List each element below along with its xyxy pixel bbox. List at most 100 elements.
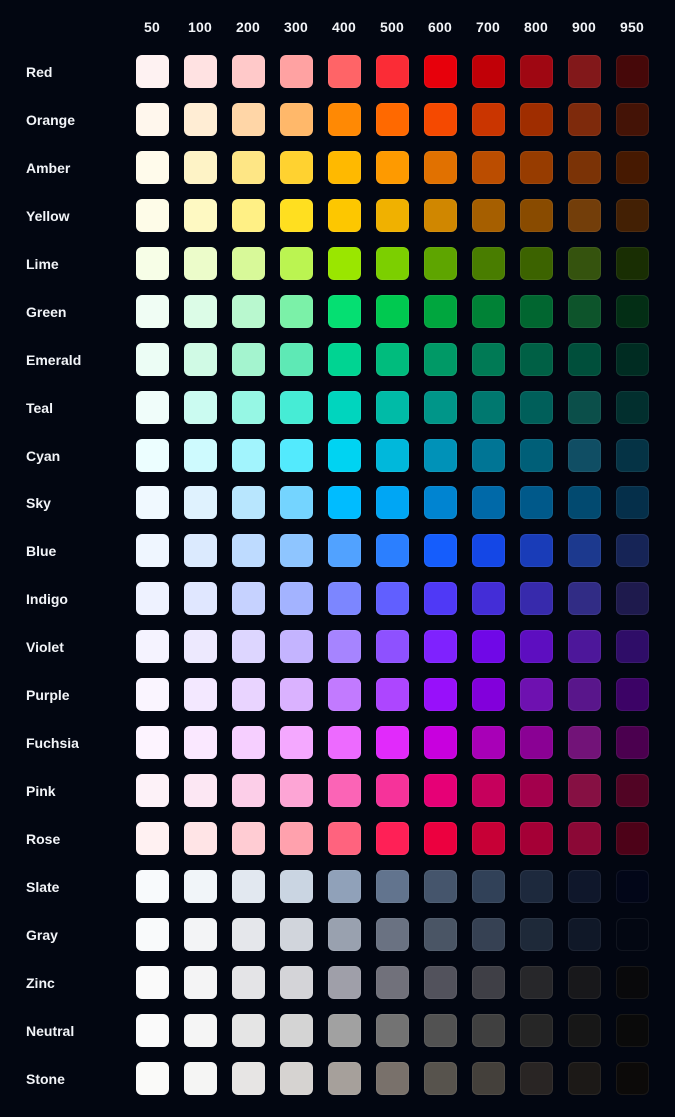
- color-swatch-stone-200[interactable]: [232, 1061, 265, 1095]
- color-swatch-rose-900[interactable]: [568, 822, 601, 855]
- color-swatch-blue-50[interactable]: [136, 534, 169, 568]
- color-swatch-indigo-900[interactable]: [568, 582, 601, 616]
- color-swatch-purple-500[interactable]: [376, 678, 409, 712]
- color-swatch-yellow-100[interactable]: [184, 198, 217, 232]
- color-swatch-slate-100[interactable]: [184, 869, 217, 903]
- color-swatch-cyan-600[interactable]: [424, 438, 457, 472]
- color-swatch-pink-100[interactable]: [184, 774, 217, 808]
- color-swatch-amber-200[interactable]: [232, 150, 265, 184]
- color-swatch-pink-50[interactable]: [136, 774, 169, 808]
- color-swatch-teal-400[interactable]: [328, 390, 361, 424]
- color-swatch-blue-900[interactable]: [568, 534, 601, 568]
- color-swatch-orange-700[interactable]: [472, 102, 505, 136]
- color-swatch-zinc-600[interactable]: [424, 965, 457, 999]
- color-swatch-gray-50[interactable]: [136, 917, 169, 951]
- color-swatch-fuchsia-600[interactable]: [424, 726, 457, 760]
- color-swatch-red-950[interactable]: [616, 55, 649, 88]
- color-swatch-stone-600[interactable]: [424, 1061, 457, 1095]
- color-swatch-green-950[interactable]: [616, 294, 649, 328]
- color-swatch-green-800[interactable]: [520, 294, 553, 328]
- color-swatch-violet-600[interactable]: [424, 630, 457, 664]
- color-swatch-teal-900[interactable]: [568, 390, 601, 424]
- color-swatch-fuchsia-50[interactable]: [136, 726, 169, 760]
- color-swatch-slate-700[interactable]: [472, 869, 505, 903]
- color-swatch-gray-200[interactable]: [232, 917, 265, 951]
- color-swatch-blue-200[interactable]: [232, 534, 265, 568]
- color-swatch-yellow-900[interactable]: [568, 198, 601, 232]
- color-swatch-rose-700[interactable]: [472, 822, 505, 855]
- color-swatch-violet-950[interactable]: [616, 630, 649, 664]
- color-swatch-lime-700[interactable]: [472, 246, 505, 280]
- color-swatch-pink-800[interactable]: [520, 774, 553, 808]
- color-swatch-stone-300[interactable]: [280, 1061, 313, 1095]
- color-swatch-rose-400[interactable]: [328, 822, 361, 855]
- color-swatch-purple-300[interactable]: [280, 678, 313, 712]
- color-swatch-violet-400[interactable]: [328, 630, 361, 664]
- color-swatch-pink-400[interactable]: [328, 774, 361, 808]
- color-swatch-orange-600[interactable]: [424, 102, 457, 136]
- color-swatch-cyan-400[interactable]: [328, 438, 361, 472]
- color-swatch-indigo-50[interactable]: [136, 582, 169, 616]
- color-swatch-violet-300[interactable]: [280, 630, 313, 664]
- color-swatch-emerald-400[interactable]: [328, 342, 361, 376]
- color-swatch-stone-700[interactable]: [472, 1061, 505, 1095]
- color-swatch-violet-200[interactable]: [232, 630, 265, 664]
- color-swatch-teal-800[interactable]: [520, 390, 553, 424]
- color-swatch-neutral-900[interactable]: [568, 1013, 601, 1047]
- color-swatch-emerald-50[interactable]: [136, 342, 169, 376]
- color-swatch-gray-600[interactable]: [424, 917, 457, 951]
- color-swatch-slate-950[interactable]: [616, 869, 649, 903]
- color-swatch-fuchsia-700[interactable]: [472, 726, 505, 760]
- color-swatch-teal-200[interactable]: [232, 390, 265, 424]
- color-swatch-cyan-950[interactable]: [616, 438, 649, 472]
- color-swatch-stone-50[interactable]: [136, 1061, 169, 1095]
- color-swatch-red-600[interactable]: [424, 55, 457, 88]
- color-swatch-teal-600[interactable]: [424, 390, 457, 424]
- color-swatch-emerald-950[interactable]: [616, 342, 649, 376]
- color-swatch-gray-900[interactable]: [568, 917, 601, 951]
- color-swatch-blue-100[interactable]: [184, 534, 217, 568]
- color-swatch-yellow-800[interactable]: [520, 198, 553, 232]
- color-swatch-amber-600[interactable]: [424, 150, 457, 184]
- color-swatch-purple-600[interactable]: [424, 678, 457, 712]
- color-swatch-red-800[interactable]: [520, 55, 553, 88]
- color-swatch-blue-700[interactable]: [472, 534, 505, 568]
- color-swatch-slate-200[interactable]: [232, 869, 265, 903]
- color-swatch-green-300[interactable]: [280, 294, 313, 328]
- color-swatch-zinc-200[interactable]: [232, 965, 265, 999]
- color-swatch-fuchsia-300[interactable]: [280, 726, 313, 760]
- color-swatch-cyan-100[interactable]: [184, 438, 217, 472]
- color-swatch-orange-900[interactable]: [568, 102, 601, 136]
- color-swatch-sky-600[interactable]: [424, 486, 457, 520]
- color-swatch-lime-400[interactable]: [328, 246, 361, 280]
- color-swatch-rose-50[interactable]: [136, 822, 169, 855]
- color-swatch-yellow-600[interactable]: [424, 198, 457, 232]
- color-swatch-red-700[interactable]: [472, 55, 505, 88]
- color-swatch-sky-400[interactable]: [328, 486, 361, 520]
- color-swatch-zinc-400[interactable]: [328, 965, 361, 999]
- color-swatch-gray-100[interactable]: [184, 917, 217, 951]
- color-swatch-teal-50[interactable]: [136, 390, 169, 424]
- color-swatch-stone-900[interactable]: [568, 1061, 601, 1095]
- color-swatch-stone-500[interactable]: [376, 1061, 409, 1095]
- color-swatch-pink-600[interactable]: [424, 774, 457, 808]
- color-swatch-amber-500[interactable]: [376, 150, 409, 184]
- color-swatch-slate-300[interactable]: [280, 869, 313, 903]
- color-swatch-purple-50[interactable]: [136, 678, 169, 712]
- color-swatch-neutral-500[interactable]: [376, 1013, 409, 1047]
- color-swatch-zinc-50[interactable]: [136, 965, 169, 999]
- color-swatch-pink-300[interactable]: [280, 774, 313, 808]
- color-swatch-lime-600[interactable]: [424, 246, 457, 280]
- color-swatch-teal-950[interactable]: [616, 390, 649, 424]
- color-swatch-lime-500[interactable]: [376, 246, 409, 280]
- color-swatch-green-900[interactable]: [568, 294, 601, 328]
- color-swatch-violet-900[interactable]: [568, 630, 601, 664]
- color-swatch-sky-50[interactable]: [136, 486, 169, 520]
- color-swatch-amber-700[interactable]: [472, 150, 505, 184]
- color-swatch-orange-950[interactable]: [616, 102, 649, 136]
- color-swatch-red-400[interactable]: [328, 55, 361, 88]
- color-swatch-green-100[interactable]: [184, 294, 217, 328]
- color-swatch-yellow-700[interactable]: [472, 198, 505, 232]
- color-swatch-yellow-950[interactable]: [616, 198, 649, 232]
- color-swatch-rose-300[interactable]: [280, 822, 313, 855]
